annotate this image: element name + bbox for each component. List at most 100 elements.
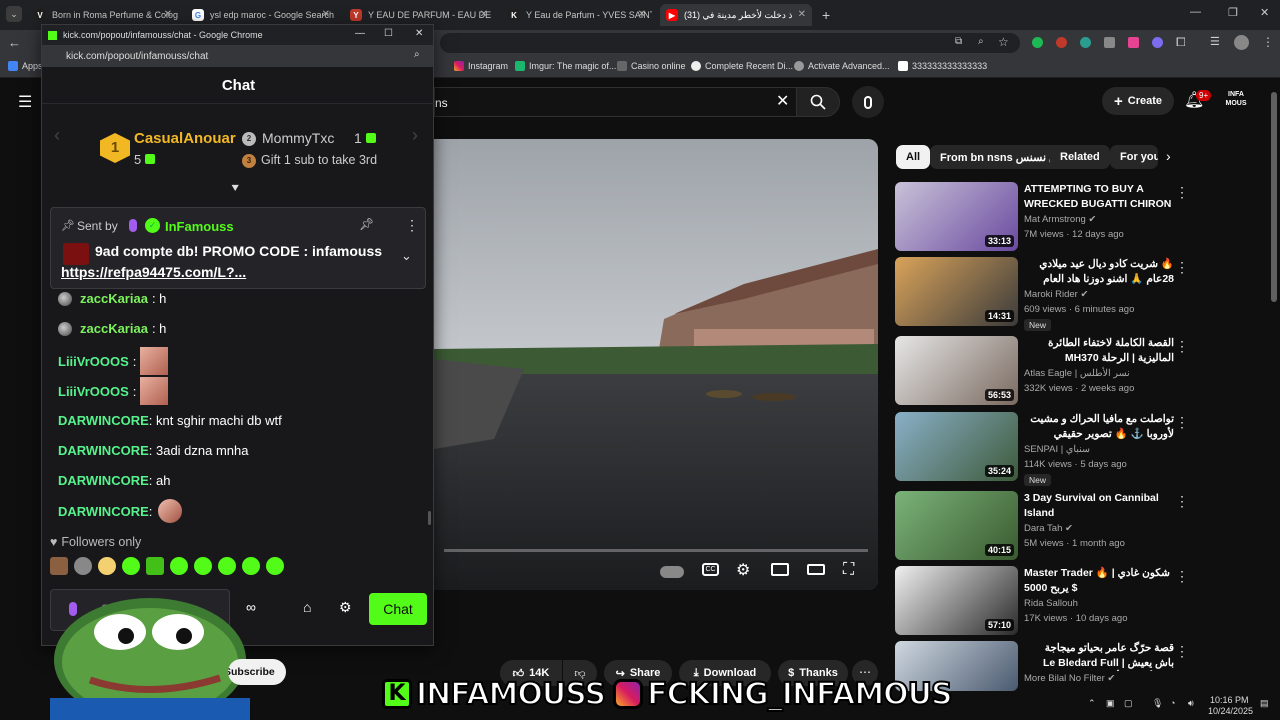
omnibox[interactable] [440,33,1020,53]
search-input[interactable]: ns [434,87,796,117]
tab-close-icon[interactable]: ✕ [322,9,330,20]
captions-icon[interactable]: CC [702,563,719,576]
install-icon[interactable]: ⧉ [955,36,962,47]
tab-close-icon[interactable]: ✕ [480,9,488,20]
chat-username[interactable]: LiiiVrOOOS [58,384,129,399]
video-player[interactable]: CC ⚙ ⛶ [434,139,878,590]
extension-icon[interactable] [1056,37,1067,48]
chat-username[interactable]: DARWINCORE [58,473,149,488]
bookmark-apps[interactable]: Apps [8,61,43,71]
recommendation-item[interactable]: 33:13 ATTEMPTING TO BUY A WRECKED BUGATT… [895,182,1195,252]
extension-icon[interactable] [1152,37,1163,48]
profile-avatar[interactable] [1234,35,1249,50]
bookmark-activate[interactable]: Activate Advanced... [794,61,890,71]
emote-alien-icon[interactable] [74,557,92,575]
chat-username[interactable]: DARWINCORE [58,443,149,458]
bookmark-casino[interactable]: Casino online [617,61,686,71]
chat-send-button[interactable]: Chat [369,593,427,625]
new-tab-icon[interactable]: + [822,7,830,23]
leader-1-name[interactable]: CasualAnouar [134,130,236,147]
page-scrollbar[interactable] [1271,92,1277,302]
video-progress-bar[interactable] [444,549,868,552]
more-options-icon[interactable]: ⋮ [1175,184,1189,201]
minimize-icon[interactable]: — [1190,6,1201,18]
extension-icon[interactable] [1128,37,1139,48]
leader-2-name[interactable]: MommyTxc [262,130,334,146]
popup-zoom-icon[interactable]: ⌕ [414,49,420,60]
emote-kick-icon[interactable] [194,557,212,575]
pinned-link[interactable]: https://refpa94475.com/L?... [61,264,246,280]
unpin-icon[interactable]: 📌︎ [359,217,374,231]
chat-username[interactable]: zaccKariaa [80,291,148,306]
extension-icon[interactable] [1080,37,1091,48]
expand-pinned-icon[interactable]: ⌄ [401,248,412,264]
recommendation-item[interactable]: 35:24 تواصلت مع مافيا الحراك و مشيت لأور… [895,412,1195,486]
search-button[interactable] [796,87,840,117]
leaderboard-prev-icon[interactable]: ‹ [54,125,60,146]
chat-username[interactable]: DARWINCORE [58,504,149,519]
collapse-leaderboard-icon[interactable]: ⯆ [230,181,240,197]
extension-icon[interactable] [1032,37,1043,48]
bookmark-star-icon[interactable]: ☆ [998,35,1009,49]
autoplay-toggle[interactable] [660,566,684,578]
recommendation-item[interactable]: 57:10 Master Trader 🔥 | شكون غادي يربح 5… [895,566,1195,636]
back-icon[interactable]: ← [8,35,21,50]
tab-close-icon[interactable]: ✕ [638,9,646,20]
chat-username[interactable]: LiiiVrOOOS [58,354,129,369]
emote-face-icon[interactable] [98,557,116,575]
browser-tab[interactable]: Y Y EAU DE PARFUM - EAU DE PA ✕ [344,4,494,26]
tab-search-button[interactable]: ⌄ [6,6,22,22]
settings-gear-icon[interactable]: ⚙ [736,560,750,580]
chat-settings-gear-icon[interactable]: ⚙ [339,599,352,616]
tray-app-icon[interactable]: ▢ [1124,698,1133,709]
clock-date[interactable]: 10/24/2025 [1208,706,1253,716]
volume-icon[interactable]: 🔊︎ [1188,698,1194,709]
store-icon[interactable]: ⌂ [303,599,311,615]
emote-ghost-icon[interactable] [122,557,140,575]
emote-kick-icon[interactable] [170,557,188,575]
extensions-puzzle-icon[interactable]: ⧠ [1176,35,1186,50]
close-window-icon[interactable]: ✕ [1260,6,1269,19]
hamburger-menu-icon[interactable]: ☰ [18,92,32,112]
chat-username[interactable]: DARWINCORE [58,413,149,428]
more-options-icon[interactable]: ⋮ [1175,259,1189,276]
browser-tab[interactable]: K Y Eau de Parfum - YVES SAINT L ✕ [502,4,652,26]
more-options-icon[interactable]: ⋮ [1175,414,1189,431]
emote-kick-icon[interactable] [218,557,236,575]
subscribe-button[interactable]: Subscribe [228,659,286,685]
popup-close-icon[interactable]: ✕ [415,28,423,39]
tray-app-icon[interactable]: ▣ [1106,698,1115,709]
more-options-icon[interactable]: ⋮ [1175,493,1189,510]
microphone-tray-icon[interactable]: 🎙︎ [1152,698,1163,709]
menu-kebab-icon[interactable]: ⋮ [1262,35,1274,49]
emote-kick-icon[interactable] [146,557,164,575]
reading-list-icon[interactable]: ☰ [1210,35,1220,48]
theater-mode-icon[interactable] [807,564,825,575]
browser-tab[interactable]: Gysl edp maroc - Google Search ✕ [186,4,336,26]
chip-related[interactable]: Related [1050,145,1110,169]
clear-search-icon[interactable]: ✕ [776,91,789,111]
pinned-author[interactable]: InFamouss [165,219,234,234]
bookmark-github[interactable]: Complete Recent Di... [691,61,793,71]
notification-center-icon[interactable]: ▤ [1260,698,1269,709]
clock-time[interactable]: 10:16 PM [1210,695,1249,705]
fullscreen-icon[interactable]: ⛶ [843,561,854,579]
restore-icon[interactable]: ❐ [1228,6,1238,19]
miniplayer-icon[interactable] [771,563,789,576]
wifi-icon[interactable]: ◔ [1170,698,1175,708]
chips-next-icon[interactable]: › [1166,148,1171,164]
more-options-icon[interactable]: ⋮ [1175,568,1189,585]
emote-kick-icon[interactable] [266,557,284,575]
recommendation-item[interactable]: 56:53 القصة الكاملة لاختفاء الطائرة الما… [895,336,1195,406]
browser-tab-active[interactable]: ▶ (31) ذ دخلت لأخطر مدينة في ✕ [660,4,812,26]
account-avatar[interactable]: INFA MOUS [1224,90,1248,112]
tab-close-icon[interactable]: ✕ [164,9,172,20]
more-options-icon[interactable]: ⋮ [1175,643,1189,660]
browser-tab[interactable]: V Born in Roma Perfume & Colog ✕ [28,4,178,26]
chip-for-you[interactable]: For you [1110,145,1158,169]
create-button[interactable]: + Create [1102,87,1174,115]
tab-close-icon[interactable]: ✕ [798,9,806,20]
bookmark-instagram[interactable]: Instagram [454,61,508,71]
recommendation-item[interactable]: 40:15 3 Day Survival on Cannibal Island … [895,491,1195,561]
leaderboard-next-icon[interactable]: › [412,125,418,146]
